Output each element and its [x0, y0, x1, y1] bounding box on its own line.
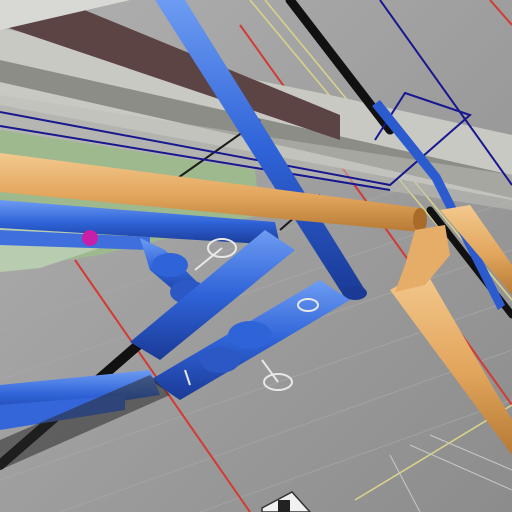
blue-pipe-lower-joint — [228, 321, 272, 349]
blue-pipe-lower-joint-2 — [200, 347, 240, 373]
model-scene[interactable] — [0, 0, 512, 512]
magenta-fitting — [82, 230, 98, 246]
model-viewport[interactable] — [0, 0, 512, 512]
blue-pipe-bend-joint — [152, 253, 188, 277]
